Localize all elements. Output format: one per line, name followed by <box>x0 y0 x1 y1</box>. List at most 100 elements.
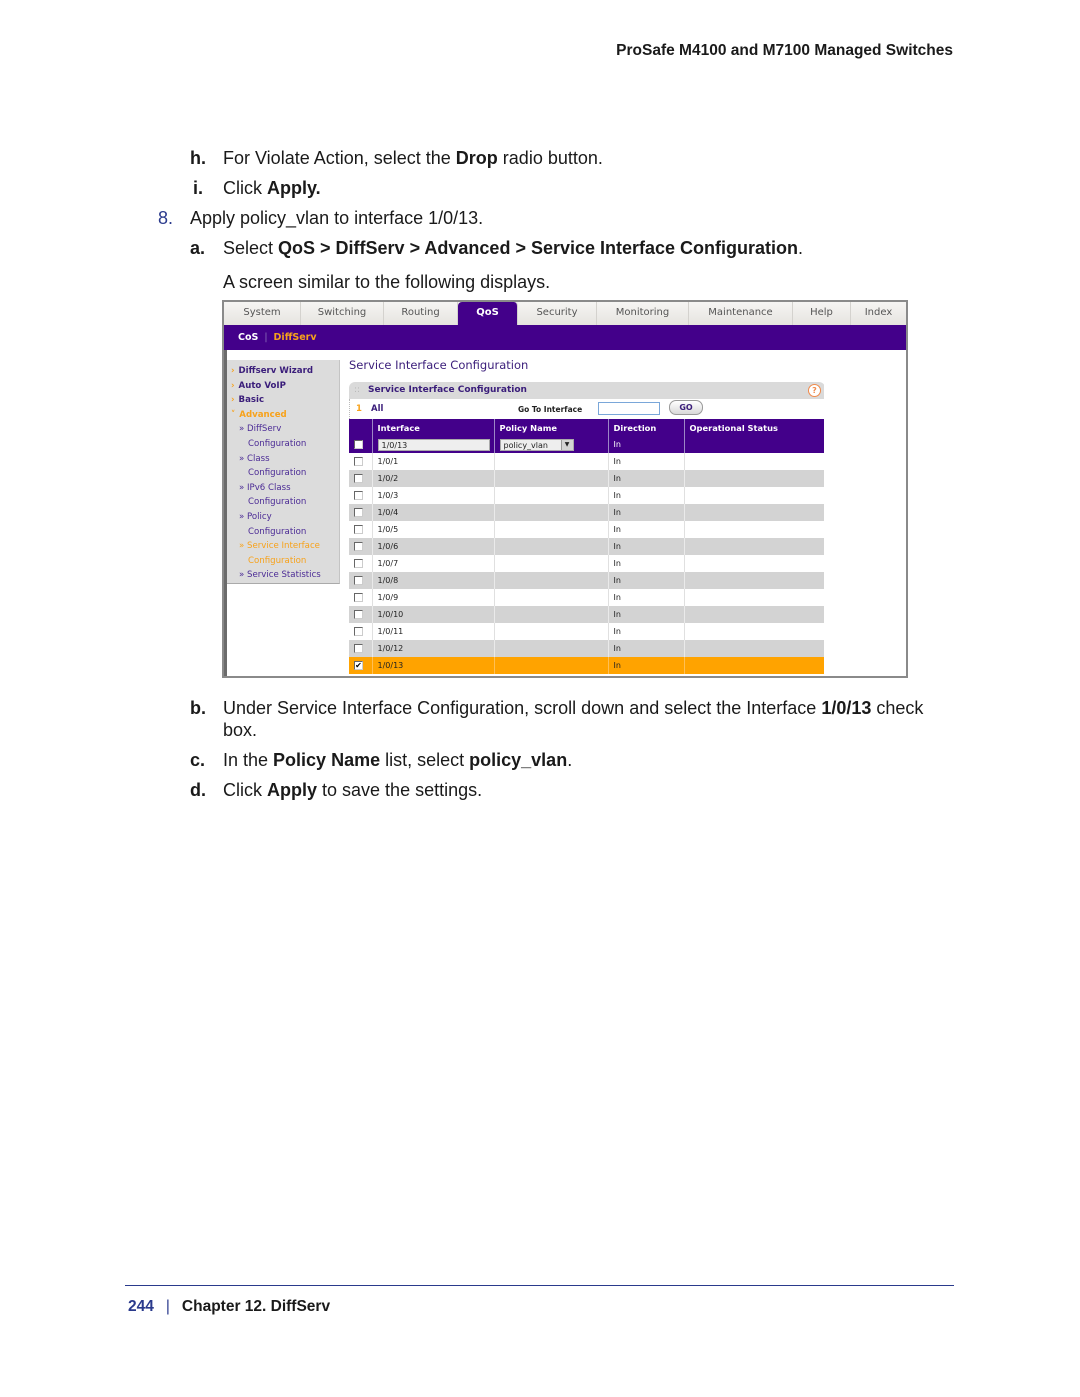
checkbox[interactable] <box>354 593 363 602</box>
col-operational-status[interactable]: Operational Status <box>684 419 826 436</box>
checkbox-checked[interactable]: ✔ <box>354 661 363 670</box>
nav-service-interface-configuration[interactable]: » Service Interface <box>227 539 339 554</box>
table-row[interactable]: 1/0/10 In <box>349 606 826 623</box>
table-row[interactable]: 1/0/5 In <box>349 521 826 538</box>
checkbox[interactable] <box>354 610 363 619</box>
checkbox[interactable] <box>354 644 363 653</box>
tab-qos[interactable]: QoS <box>458 302 518 325</box>
operational-status-cell <box>684 572 826 589</box>
interface-cell: 1/0/3 <box>372 487 495 504</box>
tab-help[interactable]: Help <box>793 302 851 325</box>
tab-monitoring[interactable]: Monitoring <box>597 302 689 325</box>
table-row[interactable]: 1/0/12 In <box>349 640 826 657</box>
nav-auto-voip[interactable]: › Auto VoIP <box>227 379 339 394</box>
tab-system[interactable]: System <box>224 302 301 325</box>
row-select-cell <box>349 538 373 555</box>
operational-status-cell <box>684 589 826 606</box>
help-icon[interactable]: ? <box>808 384 821 397</box>
checkbox[interactable] <box>354 542 363 551</box>
table-row[interactable]: 1/0/6 In <box>349 538 826 555</box>
operational-status-cell <box>684 453 826 470</box>
tab-index[interactable]: Index <box>851 302 906 325</box>
checkbox[interactable] <box>354 559 363 568</box>
nav-class-configuration-cont[interactable]: Configuration <box>227 466 339 481</box>
checkbox[interactable] <box>354 576 363 585</box>
table-row[interactable]: 1/0/9 In <box>349 589 826 606</box>
row-select-cell <box>349 606 373 623</box>
nav-policy-configuration-cont[interactable]: Configuration <box>227 525 339 540</box>
direction-cell: In <box>608 504 685 521</box>
table-row[interactable]: 1/0/4 In <box>349 504 826 521</box>
table-row[interactable]: 1/0/8 In <box>349 572 826 589</box>
tab-maintenance[interactable]: Maintenance <box>689 302 793 325</box>
interface-cell: 1/0/4 <box>372 504 495 521</box>
policy-name-cell <box>494 623 609 640</box>
direction-cell: In <box>608 487 685 504</box>
nav-diffserv-configuration-cont[interactable]: Configuration <box>227 437 339 452</box>
step-marker: d. <box>190 780 206 800</box>
interface-cell: 1/0/8 <box>372 572 495 589</box>
checkbox[interactable] <box>354 474 363 483</box>
chevron-right-icon: › <box>231 380 235 391</box>
nav-policy-configuration[interactable]: » Policy <box>227 510 339 525</box>
nav-ipv6-class-configuration-cont[interactable]: Configuration <box>227 495 339 510</box>
sub-navigation: CoS | DiffServ <box>224 325 906 350</box>
checkbox[interactable] <box>354 508 363 517</box>
interface-field[interactable]: 1/0/13 <box>377 438 490 451</box>
nav-basic[interactable]: › Basic <box>227 393 339 408</box>
nav-diffserv-configuration[interactable]: » DiffServ <box>227 422 339 437</box>
col-policy-name[interactable]: Policy Name <box>494 419 609 436</box>
page-number[interactable]: 1 <box>356 404 362 414</box>
status-value <box>684 436 826 453</box>
row-select-cell <box>349 521 373 538</box>
interface-cell: 1/0/13 <box>372 657 495 674</box>
checkbox[interactable] <box>354 627 363 636</box>
table-row[interactable]: 1/0/1 In <box>349 453 826 470</box>
subnav-separator: | <box>264 332 268 343</box>
row-select-cell <box>349 640 373 657</box>
step-text: For Violate Action, select the Drop radi… <box>223 148 603 168</box>
operational-status-cell <box>684 487 826 504</box>
step-text: Apply policy_vlan to interface 1/0/13. <box>190 208 484 228</box>
subnav-cos[interactable]: CoS <box>238 332 258 343</box>
table-row[interactable]: 1/0/2 In <box>349 470 826 487</box>
tab-routing[interactable]: Routing <box>384 302 458 325</box>
panel-header: :: Service Interface Configuration ? <box>349 382 825 399</box>
row-select-cell <box>349 623 373 640</box>
table-row[interactable]: ✔ 1/0/13 In <box>349 657 826 674</box>
col-direction[interactable]: Direction <box>608 419 685 436</box>
col-interface[interactable]: Interface <box>372 419 495 436</box>
go-button[interactable]: GO <box>669 400 703 415</box>
checkbox[interactable] <box>354 457 363 466</box>
step-text: Click Apply to save the settings. <box>223 780 483 800</box>
ui-screenshot: System Switching Routing QoS Security Mo… <box>222 300 908 678</box>
goto-interface-input[interactable] <box>598 402 660 415</box>
table-row[interactable]: 1/0/7 In <box>349 555 826 572</box>
nav-class-configuration[interactable]: » Class <box>227 452 339 467</box>
tab-security[interactable]: Security <box>518 302 597 325</box>
nav-service-statistics[interactable]: » Service Statistics <box>227 568 339 583</box>
edit-row-checkbox[interactable] <box>354 440 363 449</box>
subnav-diffserv[interactable]: DiffServ <box>274 332 317 343</box>
nav-ipv6-class-configuration[interactable]: » IPv6 Class <box>227 481 339 496</box>
checkbox[interactable] <box>354 491 363 500</box>
checkbox[interactable] <box>354 525 363 534</box>
table-row[interactable]: 1/0/11 In <box>349 623 826 640</box>
interface-cell: 1/0/12 <box>372 640 495 657</box>
nav-diffserv-wizard[interactable]: › Diffserv Wizard <box>227 364 339 379</box>
direction-cell: In <box>608 589 685 606</box>
show-all-link[interactable]: All <box>371 404 383 414</box>
table-toolbar: 1 All Go To Interface GO <box>349 399 825 419</box>
dropdown-arrow-icon[interactable]: ▼ <box>560 439 573 450</box>
policy-name-select[interactable]: policy_vlan ▼ <box>499 438 574 451</box>
direction-cell: In <box>608 657 685 674</box>
step-marker: b. <box>190 698 206 718</box>
table-row[interactable]: 1/0/3 In <box>349 487 826 504</box>
interface-cell: 1/0/1 <box>372 453 495 470</box>
nav-service-interface-configuration-cont[interactable]: Configuration <box>227 554 339 569</box>
tab-switching[interactable]: Switching <box>301 302 384 325</box>
nav-advanced[interactable]: ˅ Advanced <box>227 408 339 423</box>
direction-cell: In <box>608 538 685 555</box>
policy-name-cell <box>494 538 609 555</box>
interface-cell: 1/0/10 <box>372 606 495 623</box>
